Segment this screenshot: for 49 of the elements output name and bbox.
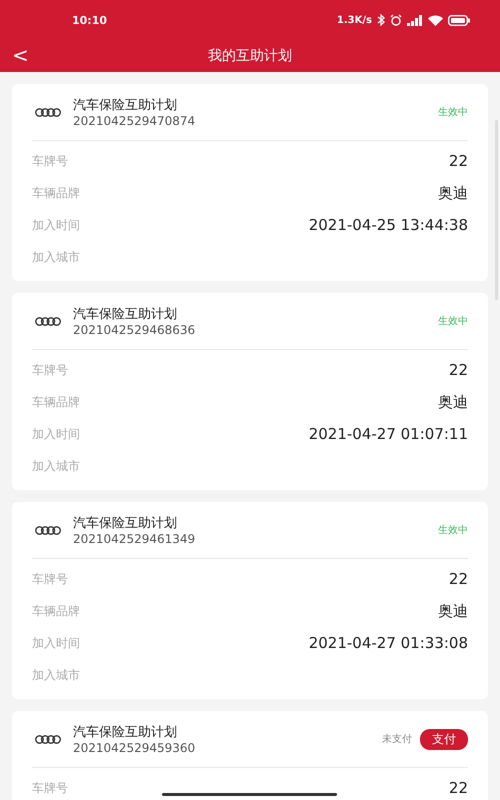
field-value: 奥迪 [438, 602, 468, 620]
signal-icon [407, 14, 423, 26]
plan-title: 汽车保险互助计划 [73, 515, 178, 532]
field-value: 22 [448, 361, 468, 379]
field-label: 车牌号 [32, 362, 68, 378]
field-value: 奥迪 [438, 184, 468, 202]
field-label: 加入城市 [32, 458, 80, 474]
four-rings-icon [35, 108, 61, 116]
four-rings-icon [35, 316, 61, 326]
field-value: 2021-04-27 01:33:08 [308, 634, 468, 652]
field-label: 加入城市 [32, 666, 80, 684]
plan-number: 2021042529461349 [73, 532, 196, 546]
bluetooth-icon [377, 14, 385, 26]
field-label: 车辆品牌 [32, 602, 80, 620]
status-label: 生效中 [438, 524, 468, 537]
field-label: 车牌号 [32, 780, 68, 796]
field-value: 22 [448, 779, 468, 797]
field-label: 车牌号 [32, 152, 68, 170]
plan-title: 汽车保险互助计划 [73, 724, 178, 741]
field-label: 加入时间 [32, 216, 80, 234]
plan-number: 2021042529459360 [73, 741, 196, 755]
field-value: 2021-04-27 01:07:11 [308, 425, 468, 443]
alarm-icon [390, 14, 402, 26]
field-value: 奥迪 [438, 392, 468, 412]
battery-icon [448, 14, 470, 26]
field-label: 车牌号 [32, 570, 68, 588]
back-button[interactable]: < [8, 43, 33, 67]
plan-title: 汽车保险互助计划 [73, 306, 178, 323]
field-label: 加入时间 [32, 426, 80, 442]
network-speed: 1.3K/s [336, 14, 372, 26]
field-value: 22 [448, 570, 468, 588]
wifi-icon [428, 14, 443, 26]
field-label: 车辆品牌 [32, 394, 80, 410]
plan-title: 汽车保险互助计划 [73, 97, 178, 114]
pay-button[interactable]: 支付 [420, 728, 468, 750]
field-value: 22 [448, 152, 468, 170]
clock-time: 10:10 [72, 14, 108, 26]
page-title: 我的互助计划 [208, 47, 292, 65]
status-label: 未支付 [382, 732, 412, 746]
field-label: 加入城市 [32, 248, 80, 266]
field-value: 2021-04-25 13:44:38 [308, 216, 468, 234]
field-label: 加入时间 [32, 634, 80, 652]
plan-number: 2021042529470874 [73, 114, 196, 128]
plan-number: 2021042529468636 [73, 323, 196, 337]
four-rings-icon [35, 526, 61, 534]
status-label: 生效中 [438, 314, 468, 328]
status-label: 生效中 [438, 106, 468, 119]
field-label: 车辆品牌 [32, 184, 80, 202]
four-rings-icon [35, 734, 61, 744]
